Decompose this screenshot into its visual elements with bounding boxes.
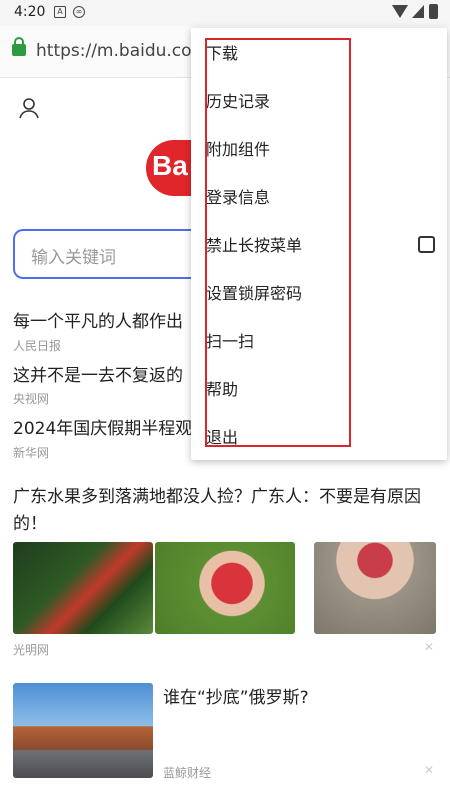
news-source-2: 央视网 — [13, 392, 50, 406]
news-title-3[interactable]: 2024年国庆假期半程观 — [13, 414, 193, 439]
search-input[interactable]: 输入关键词 — [13, 229, 213, 279]
search-placeholder: 输入关键词 — [31, 248, 116, 268]
menu-item-login-info[interactable]: 登录信息 — [191, 172, 447, 220]
url-text[interactable]: https://m.baidu.com/? — [36, 41, 196, 61]
feed-image-4[interactable] — [13, 683, 153, 778]
notification-a-icon: A — [54, 6, 66, 18]
menu-item-label: 扫一扫 — [206, 332, 255, 351]
status-bar: 4:20 A ∞ — [0, 0, 450, 26]
menu-item-lock-password[interactable]: 设置锁屏密码 — [191, 268, 447, 316]
menu-item-help[interactable]: 帮助 — [191, 364, 447, 412]
user-icon[interactable] — [17, 96, 41, 120]
feed-image-2[interactable] — [155, 542, 295, 634]
feed-source-1: 光明网 — [13, 643, 50, 657]
menu-item-label: 登录信息 — [206, 188, 271, 207]
disable-long-press-checkbox[interactable] — [418, 236, 435, 253]
close-icon[interactable]: ✕ — [424, 763, 434, 777]
feed-title-1[interactable]: 广东水果多到落满地都没人捡？广东人：不要是有原因的！ — [13, 484, 438, 538]
lock-icon — [12, 37, 26, 56]
news-source-3: 新华网 — [13, 446, 50, 460]
menu-item-exit[interactable]: 退出 — [191, 412, 447, 460]
close-icon[interactable]: ✕ — [424, 640, 434, 654]
feed-title-2[interactable]: 谁在“抄底”俄罗斯? — [163, 683, 309, 708]
news-title-1[interactable]: 每一个平凡的人都作出 — [13, 307, 193, 332]
news-source-1: 人民日报 — [13, 339, 62, 353]
menu-item-label: 帮助 — [206, 380, 239, 399]
menu-item-download[interactable]: 下载 — [191, 28, 447, 76]
menu-item-scan[interactable]: 扫一扫 — [191, 316, 447, 364]
menu-item-addons[interactable]: 附加组件 — [191, 124, 447, 172]
feed-image-1[interactable] — [13, 542, 153, 634]
menu-item-history[interactable]: 历史记录 — [191, 76, 447, 124]
menu-item-label: 禁止长按菜单 — [206, 236, 303, 255]
signal-icon — [412, 5, 424, 18]
menu-item-label: 附加组件 — [206, 140, 271, 159]
menu-item-disable-long-press[interactable]: 禁止长按菜单 — [191, 220, 447, 268]
feed-source-2: 蓝鲸财经 — [163, 766, 212, 780]
feed-image-3[interactable] — [314, 542, 436, 634]
menu-item-label: 历史记录 — [206, 92, 271, 111]
battery-icon — [429, 4, 438, 19]
menu-item-label: 退出 — [206, 428, 239, 447]
overflow-menu: 下载 历史记录 附加组件 登录信息 禁止长按菜单 设置锁屏密码 扫一扫 帮助 退… — [191, 28, 447, 460]
menu-item-label: 下载 — [206, 44, 239, 63]
news-title-2[interactable]: 这并不是一去不复返的 — [13, 361, 193, 386]
menu-item-label: 设置锁屏密码 — [206, 284, 303, 303]
notification-infinity-icon: ∞ — [73, 6, 85, 18]
status-time: 4:20 — [14, 4, 46, 20]
logo-text: Ba — [152, 150, 188, 181]
wifi-icon — [392, 5, 408, 18]
